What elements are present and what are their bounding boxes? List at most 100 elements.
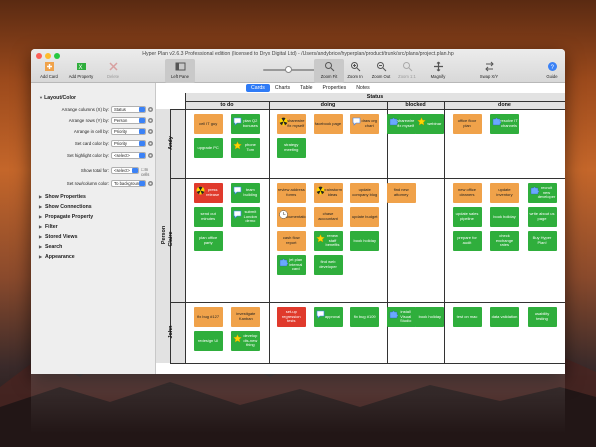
card[interactable]: plan office party [193,231,223,251]
guide-button[interactable]: ? Guide [537,59,565,83]
layout-color-section[interactable]: ▼ Layout/Color [39,95,76,101]
card[interactable]: update company blog [350,183,380,203]
setting-highlight-select[interactable]: <select> [111,152,146,159]
section-appearance[interactable]: ▶ Appearance [39,254,75,260]
delete-button[interactable]: Delete [98,59,128,83]
card[interactable]: usability testing [527,307,557,327]
gear-icon[interactable] [147,128,154,135]
gear-icon[interactable] [147,117,154,124]
card[interactable]: press release [193,183,223,203]
card[interactable]: develop dis-new thing [231,331,261,351]
card[interactable]: review address forms [276,183,306,203]
tab-charts[interactable]: Charts [270,84,295,92]
card[interactable]: investigate Kanban [231,307,261,327]
card[interactable]: submit London demo [231,207,261,227]
setting-card-color-select[interactable]: Priority [111,140,146,147]
card[interactable]: find web developer [313,255,343,275]
card[interactable]: Buy Hyper Plan! [527,231,557,251]
add-property-button[interactable]: X Add Property [66,59,96,83]
section-show-connections[interactable]: ▶ Show Connections [39,204,92,210]
card[interactable]: documentation [276,207,306,227]
card[interactable]: fix bug #109 [350,307,380,327]
gear-icon[interactable] [147,152,154,159]
section-filter[interactable]: ▶ Filter [39,224,58,230]
gear-icon[interactable] [147,180,154,187]
card[interactable]: plan Q2 bonuses [231,114,261,134]
card[interactable]: team building [231,183,261,203]
card[interactable]: test on mac [452,307,482,327]
column-header-doing[interactable]: doing [269,102,387,108]
chevron-down-icon [139,153,145,158]
section-stored-views[interactable]: ▶ Stored Views [39,234,77,240]
zoom-actual-button[interactable]: Zoom 1:1 [392,59,422,83]
setting-columns-value: Status [114,107,126,112]
card[interactable]: new office cleaners [452,183,482,203]
card[interactable]: resolve IT channels [490,114,519,134]
setting-columns-select[interactable]: Status [111,106,146,113]
card[interactable]: chase accountant [313,207,343,227]
card[interactable]: renew staff benefits [313,231,343,251]
card[interactable]: book holiday [350,231,380,251]
add-card-label: Add Card [40,74,58,79]
tab-cards[interactable]: Cards [246,84,270,92]
swap-xy-button[interactable]: Swap X/Y [474,59,504,83]
setting-row-column-color-select[interactable]: To background [111,180,146,187]
column-header-done[interactable]: done [444,102,565,108]
zoom-slider-track[interactable] [263,69,321,71]
setting-cell-select[interactable]: Priority [111,128,146,135]
column-header-todo[interactable]: to do [185,102,269,108]
card[interactable]: office floor plan [452,114,482,134]
tab-notes[interactable]: Notes [351,84,375,92]
card[interactable]: write about us page [527,207,557,227]
card[interactable]: send out minutes [193,207,223,227]
card[interactable]: phone Tom [231,138,261,158]
section-search[interactable]: ▶ Search [39,244,62,250]
card[interactable]: cash flow report [276,231,306,251]
guide-label: Guide [546,74,558,79]
section-show-properties[interactable]: ▶ Show Properties [39,194,86,200]
card[interactable]: sharewire fix myself [386,114,416,134]
add-card-button[interactable]: Add Card [34,59,64,83]
setting-rows-select[interactable]: Person [111,117,146,124]
card[interactable]: check exchange rates [490,231,519,251]
card[interactable]: fix bug #127 [193,307,223,327]
row-header-john[interactable]: John [168,314,174,350]
person-header: Person [161,225,167,245]
card[interactable]: facebook page [313,114,343,134]
card[interactable]: upgrade PC [193,138,223,158]
card[interactable]: install Visual Studio [386,307,416,327]
row-header-claire[interactable]: Claire [168,221,174,257]
card[interactable]: find new attorney [386,183,416,203]
card[interactable]: update budget [350,207,380,227]
card[interactable]: strategy meeting [276,138,306,158]
card[interactable]: recruit new developer [527,183,557,203]
section-show-connections-label: Show Connections [45,204,92,210]
column-header-blocked[interactable]: blocked [387,102,444,108]
card[interactable]: prepare for audit [452,231,482,251]
card[interactable]: redesign UI [193,331,223,351]
gear-icon[interactable] [147,106,154,113]
section-propagate-property[interactable]: ▶ Propagate Property [39,214,93,220]
card[interactable]: brainstorm ideas [313,183,343,203]
card[interactable]: webinar [415,114,445,134]
tab-table[interactable]: Table [295,84,317,92]
setting-total-select[interactable]: <select> [111,167,139,174]
gear-icon[interactable] [147,140,154,147]
card[interactable]: update sales pipeline [452,207,482,227]
card[interactable]: book holiday [490,207,519,227]
card[interactable]: cell IT guy [193,114,223,134]
card[interactable]: jet plan internal card [276,255,306,275]
card[interactable]: approval [313,307,343,327]
zoom-slider-knob[interactable] [285,66,292,73]
magnify-button[interactable]: Magnify [423,59,453,83]
card[interactable]: sharewire fix myself [276,114,306,134]
card[interactable]: draw org chart [350,114,380,134]
card[interactable]: update inventory [490,183,519,203]
card[interactable]: set-up regression tests [276,307,306,327]
card[interactable]: book holiday [415,307,445,327]
tab-properties[interactable]: Properties [318,84,352,92]
row-header-andy[interactable]: Andy [168,125,174,161]
in-cells-checkbox[interactable]: ☐In cells [141,167,156,177]
card[interactable]: data validation [490,307,519,327]
left-pane-button[interactable]: Left Pane [165,59,195,83]
